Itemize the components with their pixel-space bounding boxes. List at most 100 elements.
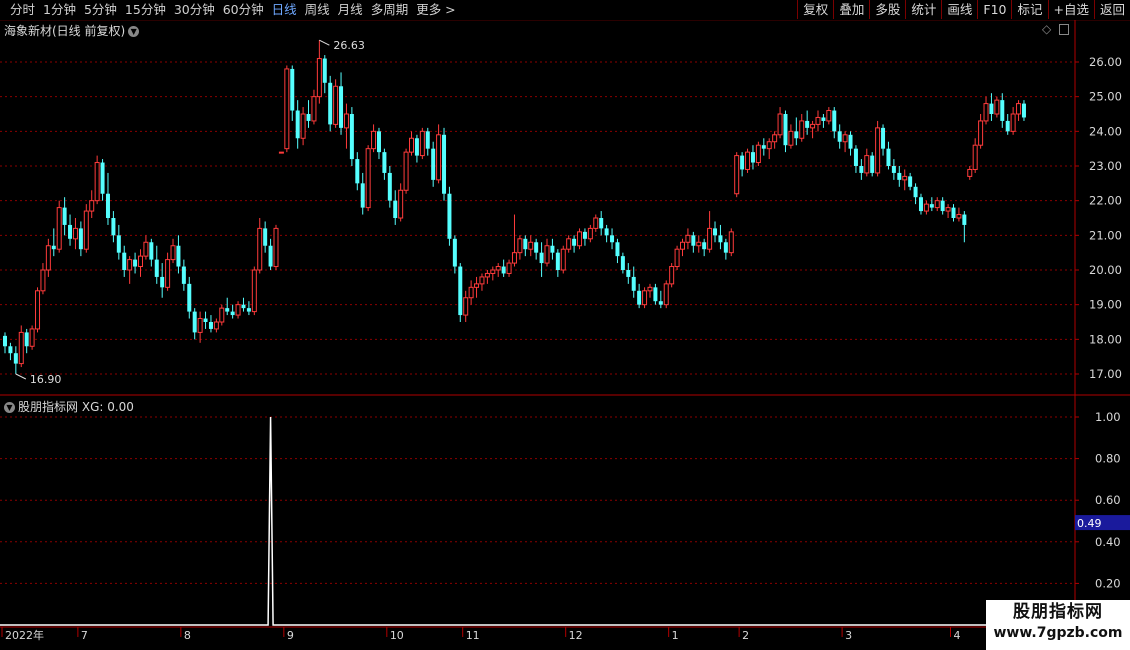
tab-period[interactable]: 分时: [6, 2, 39, 18]
candle-body: [89, 200, 95, 212]
candle-body: [263, 228, 268, 246]
x-tick-label: 10: [390, 629, 404, 642]
candle-body: [284, 68, 290, 150]
f10-button[interactable]: F10: [977, 0, 1011, 19]
chart-canvas[interactable]: 26.0025.0024.0023.0022.0021.0020.0019.00…: [0, 20, 1130, 650]
candle-body: [3, 335, 7, 347]
x-tick-label: 11: [466, 629, 480, 642]
candle-body: [761, 145, 766, 149]
candle-body: [409, 137, 414, 153]
candle-body: [316, 58, 322, 98]
candle-body: [339, 86, 344, 128]
candle-body: [45, 245, 51, 271]
candle-body: [837, 131, 842, 142]
watermark-url: www.7gpzb.com: [993, 625, 1123, 641]
candle-body: [674, 248, 680, 268]
candle-body: [983, 103, 989, 122]
y-tick-label: 21.00: [1089, 228, 1122, 242]
candle-body: [51, 245, 56, 250]
mark-button[interactable]: 标记: [1011, 0, 1047, 19]
y-tick-label: 23.00: [1089, 159, 1122, 173]
overlay-button[interactable]: 叠加: [833, 0, 869, 19]
candle-body: [170, 245, 176, 261]
tab-period[interactable]: 周线: [301, 2, 334, 18]
tab-period[interactable]: 60分钟: [219, 2, 268, 18]
candle-body: [490, 269, 496, 274]
back-button[interactable]: 返回: [1093, 0, 1130, 19]
candle-body: [322, 58, 327, 83]
candle-body: [1005, 120, 1010, 132]
candle-body: [403, 151, 409, 191]
candle-body: [945, 207, 951, 212]
candle-body: [972, 144, 978, 170]
high-pointer: [319, 39, 330, 46]
candle-body: [425, 131, 430, 149]
candle-body: [587, 227, 593, 240]
tab-period[interactable]: 多周期: [367, 2, 413, 18]
candle-body: [615, 242, 620, 257]
tab-period[interactable]: 30分钟: [170, 2, 219, 18]
candle-body: [956, 214, 962, 219]
draw-line-button[interactable]: 画线: [941, 0, 977, 19]
candle-body: [550, 245, 555, 253]
candle-body: [577, 231, 583, 247]
candle-body: [230, 311, 235, 316]
candle-body: [241, 304, 246, 309]
multi-stock-button[interactable]: 多股: [869, 0, 905, 19]
candle-body: [669, 266, 675, 285]
stats-button[interactable]: 统计: [905, 0, 941, 19]
candle-body: [755, 144, 761, 164]
tab-period-daily[interactable]: 日线: [268, 2, 301, 18]
candle-body: [40, 269, 46, 292]
x-tick-label: 8: [184, 629, 191, 642]
candle-body: [78, 228, 83, 250]
candle-body: [133, 259, 138, 267]
candle-body: [506, 262, 512, 274]
low-price-label: 16.90: [30, 373, 62, 386]
candle-body: [251, 269, 257, 313]
candle-body: [127, 259, 133, 271]
candle-body: [560, 248, 566, 271]
y-tick-label: 1.00: [1095, 410, 1121, 424]
top-toolbar: 分时 1分钟 5分钟 15分钟 30分钟 60分钟 日线 周线 月线 多周期 更…: [0, 0, 1130, 21]
candle-body: [495, 266, 501, 271]
adjust-button[interactable]: 复权: [797, 0, 833, 19]
tab-period[interactable]: 15分钟: [121, 2, 170, 18]
candle-body: [707, 227, 713, 250]
candle-body: [555, 252, 560, 270]
candle-body: [181, 266, 186, 284]
candle-body: [766, 141, 772, 150]
candle-body: [72, 227, 78, 240]
candle-body: [452, 238, 457, 267]
candle-body: [436, 134, 442, 181]
candle-body: [273, 227, 279, 268]
candle-body: [951, 207, 956, 218]
candle-body: [923, 203, 929, 212]
candle-body: [740, 155, 745, 170]
candle-body: [718, 235, 723, 243]
candle-body: [311, 96, 317, 122]
candle-body: [566, 238, 572, 250]
y-tick-label: 0.40: [1095, 535, 1121, 549]
x-tick-label: 1: [672, 629, 679, 642]
tab-period[interactable]: 5分钟: [80, 2, 121, 18]
y-tick-label: 18.00: [1089, 332, 1122, 346]
candle-body: [680, 241, 685, 250]
candle-body: [815, 116, 821, 125]
tab-period[interactable]: 1分钟: [39, 2, 80, 18]
candle-body: [154, 259, 159, 277]
candle-body: [122, 252, 127, 270]
candle-body: [35, 290, 41, 330]
candle-body: [511, 252, 517, 264]
candle-body: [810, 123, 816, 129]
add-watchlist-button[interactable]: +自选: [1047, 0, 1094, 19]
watermark: 股朋指标网 www.7gpzb.com: [986, 600, 1130, 650]
candle-body: [523, 238, 528, 250]
candle-body: [918, 197, 923, 212]
watermark-title: 股朋指标网: [1013, 602, 1103, 622]
candle-body: [278, 151, 284, 154]
xg-signal-line: [0, 416, 1075, 626]
candle-body: [881, 127, 886, 149]
more-periods-button[interactable]: 更多 >: [412, 2, 459, 18]
tab-period[interactable]: 月线: [334, 2, 367, 18]
